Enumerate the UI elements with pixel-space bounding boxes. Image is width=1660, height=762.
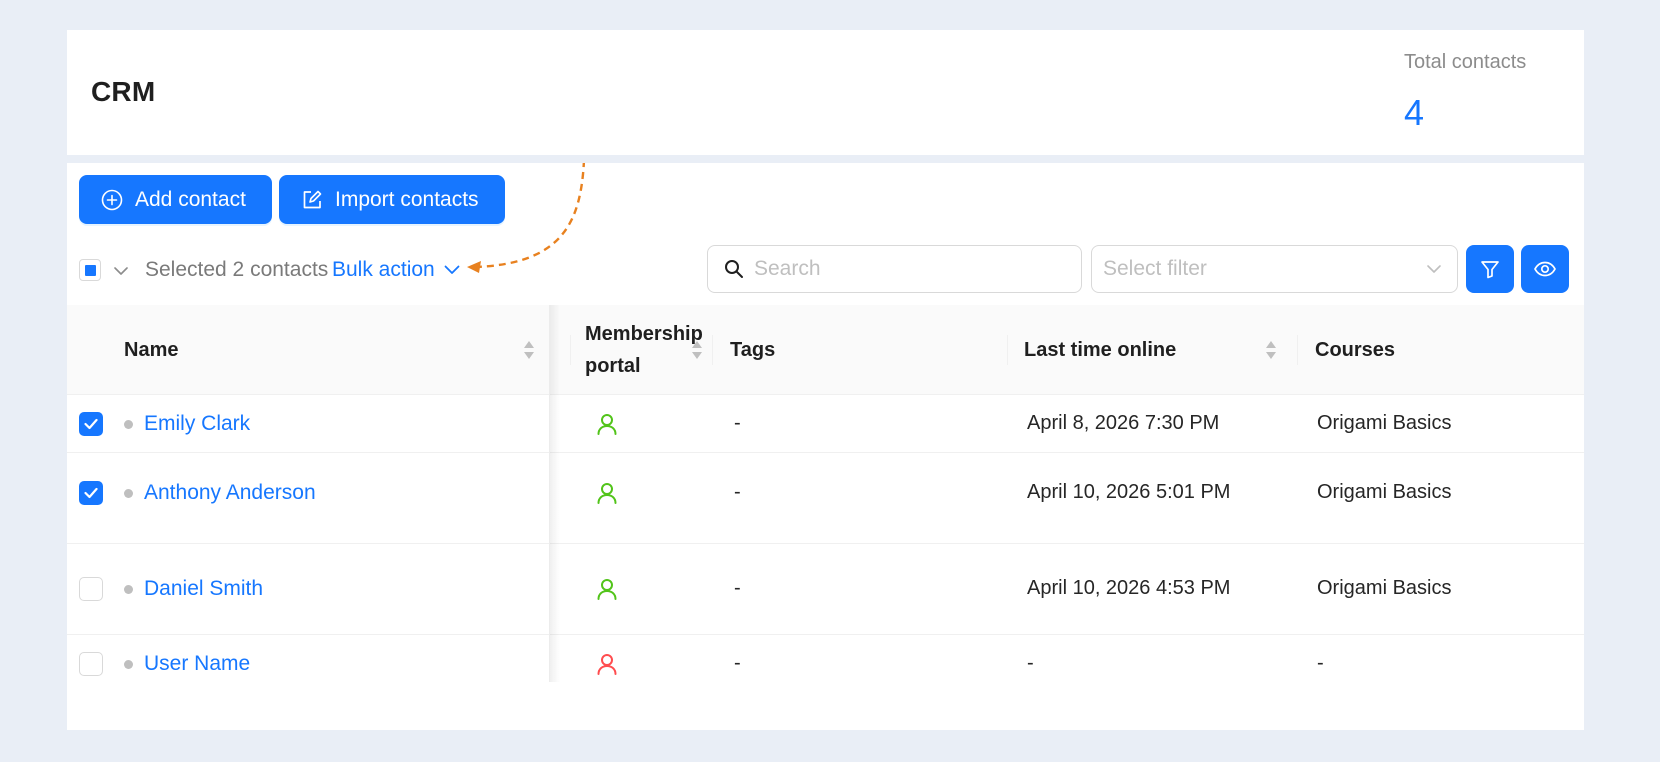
table-row[interactable]: Emily Clark - April 8, 2026 7:30 PM Orig… xyxy=(67,395,1584,453)
row-checkbox[interactable] xyxy=(79,412,103,436)
last-online-cell: April 8, 2026 7:30 PM xyxy=(1027,412,1220,434)
chevron-down-icon xyxy=(1427,265,1441,273)
sort-icon[interactable] xyxy=(690,339,704,361)
sort-icon[interactable] xyxy=(1264,339,1278,361)
user-icon xyxy=(597,483,617,504)
tags-cell: - xyxy=(734,577,741,599)
plus-circle-icon xyxy=(101,189,123,210)
contact-name-link[interactable]: Emily Clark xyxy=(144,412,250,436)
view-settings-button[interactable] xyxy=(1521,245,1569,293)
search-input[interactable] xyxy=(754,257,1054,281)
column-separator xyxy=(570,335,571,365)
contact-name-link[interactable]: Daniel Smith xyxy=(144,577,263,601)
status-dot xyxy=(124,420,133,429)
bulk-action-label: Bulk action xyxy=(332,258,435,281)
contacts-table: Name Membership portal Tags Last time on… xyxy=(67,305,1584,682)
column-separator xyxy=(1007,335,1008,365)
column-header-tags[interactable]: Tags xyxy=(730,305,775,395)
eye-icon xyxy=(1534,261,1556,277)
last-online-cell: - xyxy=(1027,652,1034,674)
header-card: CRM Total contacts 4 xyxy=(67,30,1584,155)
add-contact-button[interactable]: Add contact xyxy=(79,175,272,224)
column-header-name[interactable]: Name xyxy=(124,305,544,395)
courses-cell: Origami Basics xyxy=(1317,412,1452,434)
column-header-membership[interactable]: Membership portal xyxy=(585,305,703,395)
user-icon xyxy=(597,414,617,435)
page-title: CRM xyxy=(91,76,156,107)
status-dot xyxy=(124,660,133,669)
add-contact-label: Add contact xyxy=(135,187,246,211)
total-contacts-label: Total contacts xyxy=(1404,51,1527,73)
table-row[interactable]: Anthony Anderson - April 10, 2026 5:01 P… xyxy=(67,453,1584,544)
indeterminate-indicator xyxy=(85,265,96,276)
total-contacts-value: 4 xyxy=(1404,92,1425,133)
filter-button[interactable] xyxy=(1466,245,1514,293)
table-row[interactable]: Daniel Smith - April 10, 2026 4:53 PM Or… xyxy=(67,544,1584,635)
search-field[interactable] xyxy=(707,245,1082,293)
status-dot xyxy=(124,585,133,594)
selected-count-text: Selected 2 contacts xyxy=(145,258,329,281)
table-row[interactable]: User Name - - - xyxy=(67,635,1584,682)
courses-cell: Origami Basics xyxy=(1317,577,1452,599)
tags-cell: - xyxy=(734,412,741,434)
column-header-courses[interactable]: Courses xyxy=(1315,305,1395,395)
select-all-checkbox[interactable] xyxy=(79,259,101,281)
column-header-last-online[interactable]: Last time online xyxy=(1024,305,1176,395)
tags-cell: - xyxy=(734,481,741,503)
fixed-column-shadow xyxy=(550,305,560,682)
row-checkbox[interactable] xyxy=(79,652,103,676)
user-icon xyxy=(597,579,617,600)
last-online-cell: April 10, 2026 4:53 PM xyxy=(1027,577,1231,599)
sort-icon[interactable] xyxy=(522,339,536,361)
contact-name-link[interactable]: User Name xyxy=(144,652,250,676)
column-separator xyxy=(712,335,713,365)
column-separator xyxy=(1297,335,1298,365)
row-checkbox[interactable] xyxy=(79,481,103,505)
contact-name-link[interactable]: Anthony Anderson xyxy=(144,481,316,505)
row-checkbox[interactable] xyxy=(79,577,103,601)
filter-icon xyxy=(1481,261,1499,279)
status-dot xyxy=(124,489,133,498)
courses-cell: Origami Basics xyxy=(1317,481,1452,503)
chevron-down-icon[interactable] xyxy=(111,261,131,281)
chevron-down-icon xyxy=(444,265,460,274)
bulk-action-dropdown[interactable]: Bulk action xyxy=(332,258,461,282)
import-contacts-button[interactable]: Import contacts xyxy=(279,175,505,224)
contacts-panel: Add contact Import contacts Selected 2 c… xyxy=(67,163,1584,730)
search-icon xyxy=(725,260,743,278)
filter-select[interactable]: Select filter xyxy=(1091,245,1458,293)
import-contacts-label: Import contacts xyxy=(335,187,479,211)
last-online-cell: April 10, 2026 5:01 PM xyxy=(1027,481,1231,503)
edit-square-icon xyxy=(303,190,322,208)
courses-cell: - xyxy=(1317,652,1324,674)
table-header: Name Membership portal Tags Last time on… xyxy=(67,305,1584,395)
filter-select-placeholder: Select filter xyxy=(1103,257,1207,280)
tags-cell: - xyxy=(734,652,741,674)
user-icon xyxy=(597,654,617,675)
